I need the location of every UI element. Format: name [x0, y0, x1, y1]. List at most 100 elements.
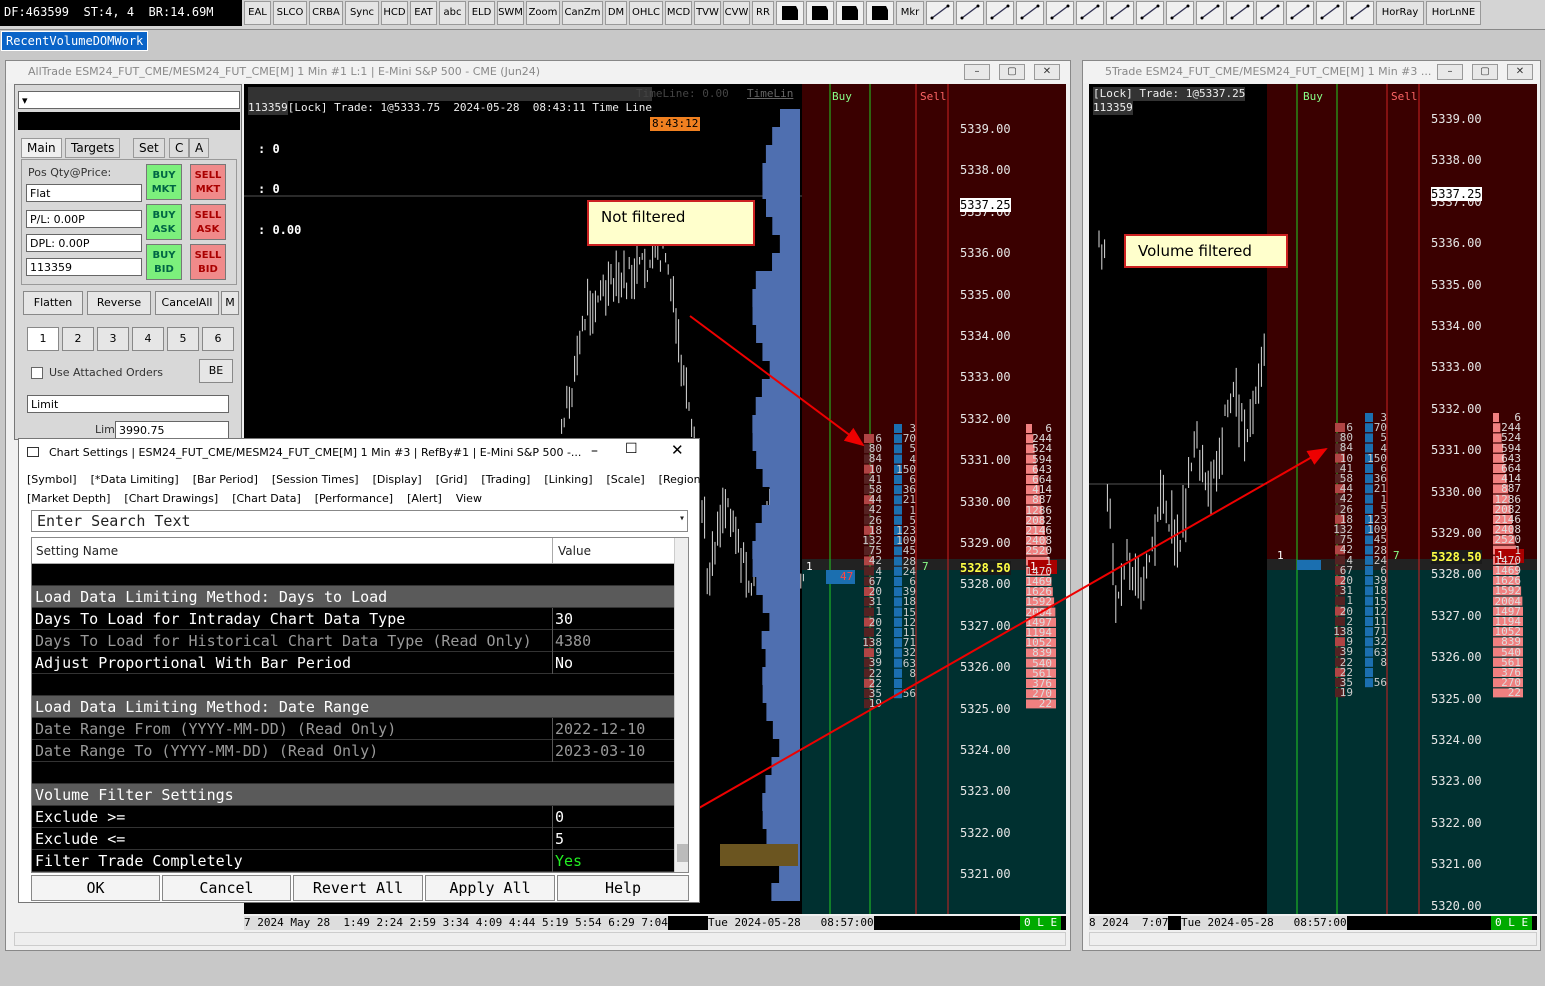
toolbar-button-swm[interactable]: SWM — [497, 1, 524, 25]
sell-ask-button[interactable]: SELL ASK — [190, 204, 226, 240]
settings-menu-item[interactable]: [Trading] — [481, 473, 530, 486]
chart-type-icon[interactable] — [866, 1, 894, 25]
drawing-tool-icon[interactable] — [1166, 1, 1194, 25]
qty-button-1[interactable]: 1 — [27, 327, 59, 351]
buy-market-button[interactable]: BUY MKT — [146, 164, 182, 200]
settings-menu-item[interactable]: [Regions] — [659, 473, 711, 486]
setting-value[interactable]: 30 — [555, 608, 573, 630]
toolbar-button-eal[interactable]: EAL — [244, 1, 271, 25]
toolbar-button-mcd[interactable]: MCD — [665, 1, 692, 25]
maximize-button[interactable]: ☐ — [625, 441, 638, 457]
drawing-tool-icon[interactable] — [1106, 1, 1134, 25]
drawing-tool-icon[interactable] — [1226, 1, 1254, 25]
toolbar-button-eld[interactable]: ELD — [468, 1, 495, 25]
settings-menu-item[interactable]: [Session Times] — [272, 473, 359, 486]
chart-type-icon[interactable] — [776, 1, 804, 25]
toolbar-button-sync[interactable]: Sync — [345, 1, 379, 25]
setting-row[interactable]: Adjust Proportional With Bar Period No — [32, 652, 674, 674]
flatten-button[interactable]: Flatten — [23, 291, 83, 315]
setting-value[interactable]: 5 — [555, 828, 564, 850]
drawing-tool-icon[interactable] — [1286, 1, 1314, 25]
drawing-tool-icon[interactable] — [1316, 1, 1344, 25]
settings-menu-item[interactable]: [Display] — [373, 473, 422, 486]
chart-type-icon[interactable] — [836, 1, 864, 25]
toolbar-button-hcd[interactable]: HCD — [381, 1, 408, 25]
toolbar-button-rr[interactable]: RR — [752, 1, 774, 25]
help-button[interactable]: Help — [557, 875, 689, 901]
be-button[interactable]: BE — [199, 359, 233, 383]
toolbar-button-eat[interactable]: EAT — [410, 1, 437, 25]
close-button[interactable]: ✕ — [1034, 64, 1060, 80]
search-input[interactable]: Enter Search Text ▾ — [31, 510, 688, 532]
drawing-tool-icon[interactable] — [926, 1, 954, 25]
toolbar-button-horlnne[interactable]: HorLnNE — [1426, 1, 1481, 25]
symbol-dropdown[interactable]: ▾ — [18, 91, 240, 109]
qty-button-2[interactable]: 2 — [62, 327, 94, 351]
workspace-tab[interactable]: RecentVolumeDOMWork — [1, 31, 149, 51]
drawing-tool-icon[interactable] — [986, 1, 1014, 25]
toolbar-button-zoom[interactable]: Zoom — [526, 1, 560, 25]
settings-menu-item[interactable]: [Performance] — [315, 492, 393, 505]
use-attached-checkbox[interactable] — [31, 367, 43, 379]
qty-button-4[interactable]: 4 — [132, 327, 164, 351]
settings-menu-item[interactable]: [Linking] — [544, 473, 592, 486]
buy-bid-button[interactable]: BUY BID — [146, 244, 182, 280]
setting-value[interactable]: No — [555, 652, 573, 674]
drawing-tool-icon[interactable] — [1136, 1, 1164, 25]
settings-menu-item[interactable]: [Chart Data] — [232, 492, 301, 505]
m-button[interactable]: M — [221, 291, 239, 315]
toolbar-button-canzm[interactable]: CanZm — [562, 1, 603, 25]
reverse-button[interactable]: Reverse — [87, 291, 151, 315]
ok-button[interactable]: OK — [31, 875, 160, 901]
settings-menu-item[interactable]: [*Data Limiting] — [91, 473, 179, 486]
toolbar-button-mkr[interactable]: Mkr — [896, 1, 924, 25]
toolbar-button-abc[interactable]: abc — [439, 1, 466, 25]
vertical-scrollbar[interactable] — [674, 538, 688, 872]
drawing-tool-icon[interactable] — [1046, 1, 1074, 25]
minimize-button[interactable]: – — [1437, 64, 1463, 80]
apply-all-button[interactable]: Apply All — [425, 875, 555, 901]
tab-a[interactable]: A — [189, 138, 210, 158]
settings-menu-item[interactable]: View — [456, 492, 482, 505]
drawing-tool-icon[interactable] — [1196, 1, 1224, 25]
revert-all-button[interactable]: Revert All — [293, 875, 423, 901]
settings-menu-item[interactable]: [Grid] — [436, 473, 468, 486]
setting-row[interactable]: Days To Load for Intraday Chart Data Typ… — [32, 608, 674, 630]
close-button[interactable]: ✕ — [1507, 64, 1533, 80]
close-button[interactable]: ✕ — [671, 441, 684, 459]
toolbar-button-horray[interactable]: HorRay — [1376, 1, 1424, 25]
setting-row[interactable]: Exclude <= 5 — [32, 828, 674, 850]
qty-button-3[interactable]: 3 — [97, 327, 129, 351]
setting-row[interactable]: Exclude >= 0 — [32, 806, 674, 828]
setting-value[interactable]: 0 — [555, 806, 564, 828]
buy-ask-button[interactable]: BUY ASK — [146, 204, 182, 240]
maximize-button[interactable]: ▢ — [999, 64, 1025, 80]
settings-menu-item[interactable]: [Alert] — [407, 492, 442, 505]
chevron-down-icon[interactable]: ▾ — [679, 513, 685, 524]
qty-button-6[interactable]: 6 — [202, 327, 234, 351]
chart-type-icon[interactable] — [806, 1, 834, 25]
tab-c[interactable]: C — [169, 138, 190, 158]
horizontal-scrollbar[interactable] — [14, 932, 1066, 946]
drawing-tool-icon[interactable] — [1346, 1, 1374, 25]
toolbar-button-dm[interactable]: DM — [605, 1, 627, 25]
sell-market-button[interactable]: SELL MKT — [190, 164, 226, 200]
limit-price-input[interactable]: 3990.75 — [115, 421, 229, 439]
order-type-select[interactable]: Limit — [27, 395, 229, 413]
horizontal-scrollbar[interactable] — [1089, 932, 1537, 946]
scroll-thumb[interactable] — [677, 844, 688, 862]
toolbar-button-cvw[interactable]: CVW — [723, 1, 750, 25]
settings-menu-item[interactable]: [Bar Period] — [193, 473, 258, 486]
toolbar-button-ohlc[interactable]: OHLC — [629, 1, 663, 25]
price-chart[interactable]: [Lock] Trade: 1@5337.25 113359 Buy Sell … — [1089, 84, 1537, 914]
cancel-button[interactable]: Cancel — [162, 875, 291, 901]
toolbar-button-slco[interactable]: SLCO — [273, 1, 307, 25]
sell-bid-button[interactable]: SELL BID — [190, 244, 226, 280]
minimize-button[interactable]: – — [591, 443, 598, 459]
settings-menu-item[interactable]: [Symbol] — [27, 473, 77, 486]
tab-targets[interactable]: Targets — [65, 138, 121, 158]
settings-menu-item[interactable]: [Market Depth] — [27, 492, 110, 505]
drawing-tool-icon[interactable] — [1076, 1, 1104, 25]
account-select[interactable]: 113359 — [26, 258, 142, 276]
cancel-all-button[interactable]: CancelAll — [155, 291, 219, 315]
